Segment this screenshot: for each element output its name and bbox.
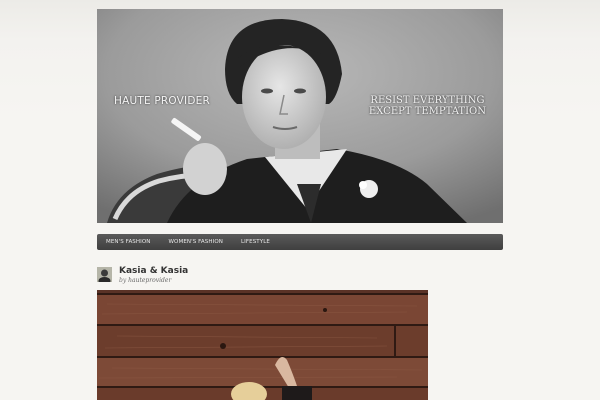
tagline-line-1: RESIST EVERYTHING	[370, 95, 485, 106]
header-banner[interactable]: HAUTE PROVIDER RESIST EVERYTHING EXCEPT …	[97, 9, 503, 223]
nav-item-mens-fashion[interactable]: Men's Fashion	[106, 239, 151, 245]
post-image[interactable]	[97, 290, 428, 400]
wood-wall-photo	[97, 290, 428, 400]
post-title[interactable]: Kasia & Kasia	[119, 266, 188, 276]
nav-item-lifestyle[interactable]: Lifestyle	[241, 239, 270, 245]
avatar-image	[97, 267, 112, 282]
main-nav: Men's Fashion Women's Fashion Lifestyle	[97, 234, 503, 250]
author-avatar[interactable]	[97, 267, 112, 282]
byline-prefix: by	[119, 277, 127, 284]
tagline-line-2: EXCEPT TEMPTATION	[368, 106, 486, 117]
site-tagline: RESIST EVERYTHING EXCEPT TEMPTATION	[369, 95, 486, 117]
nav-item-womens-fashion[interactable]: Women's Fashion	[169, 239, 223, 245]
site-title[interactable]: HAUTE PROVIDER	[114, 95, 210, 107]
author-link[interactable]: hauteprovider	[128, 277, 171, 284]
post-byline: by hauteprovider	[119, 277, 171, 284]
